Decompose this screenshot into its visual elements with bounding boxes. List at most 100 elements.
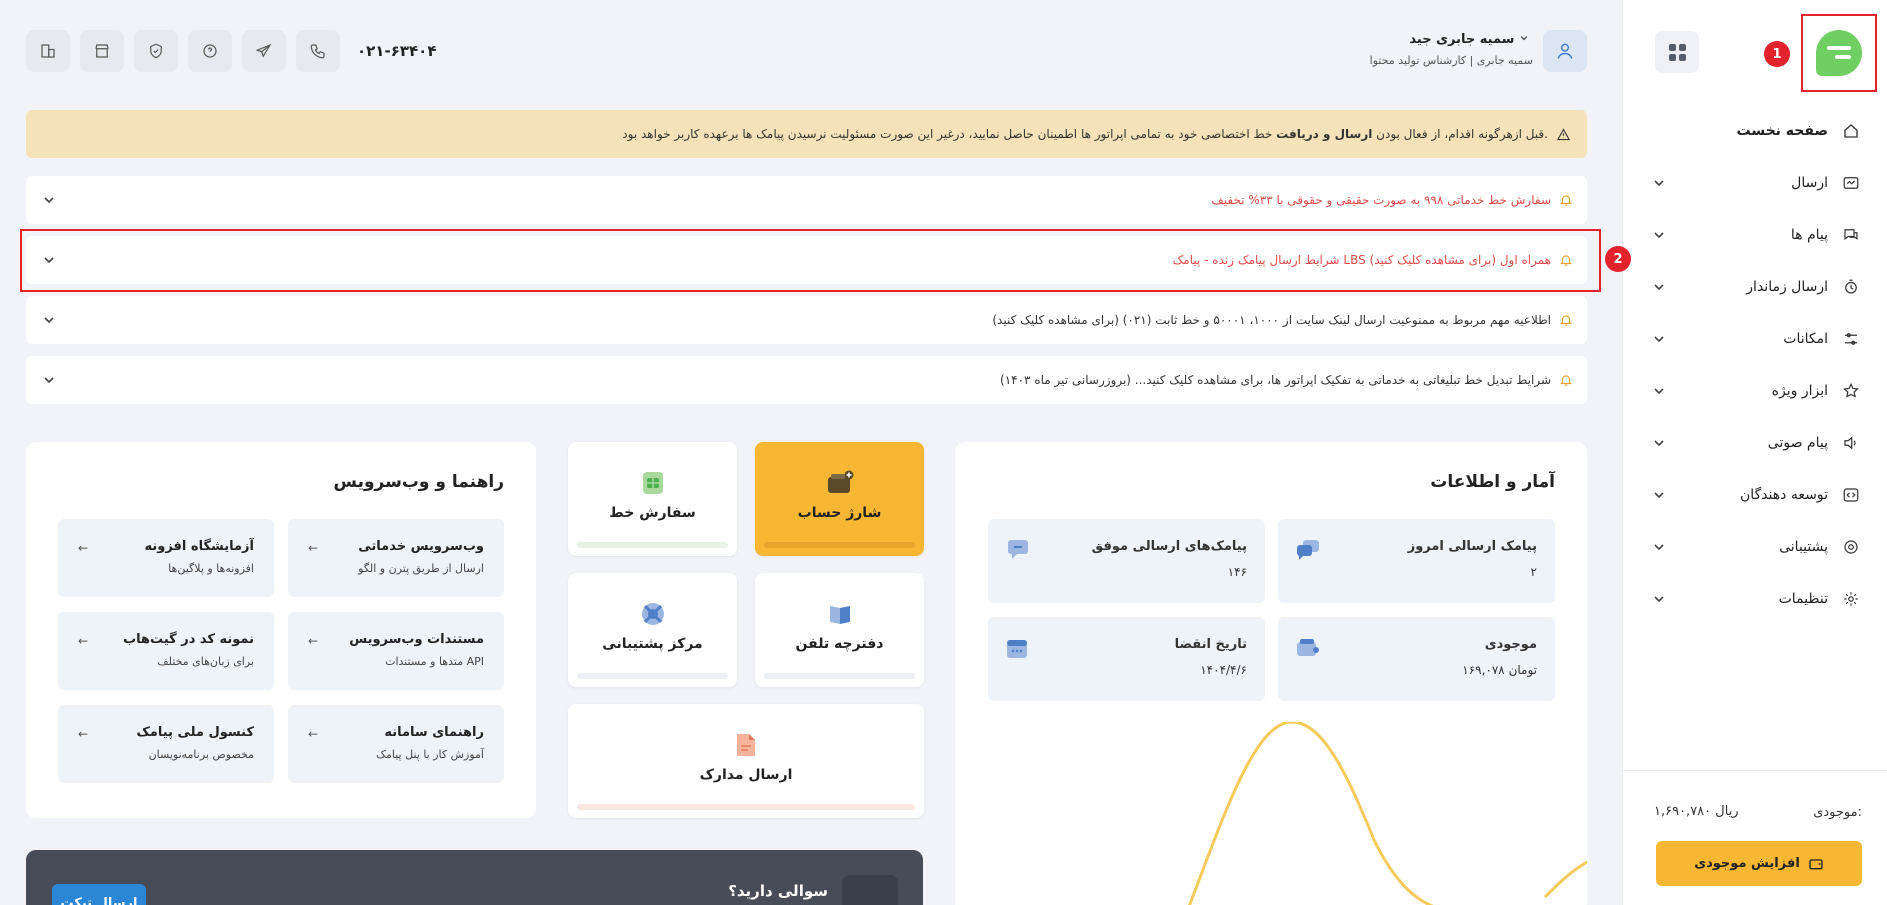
sidebar-item-label: تنظیمات [1778, 591, 1828, 607]
notice-line-conversion[interactable]: شرایط تبدیل خط تبلیغاتی به خدماتی به تفک… [26, 356, 1587, 404]
guide-github-samples[interactable]: نمونه کد در گیت‌هاب برای زبان‌های مختلف … [58, 612, 274, 690]
guide-label: نمونه کد در گیت‌هاب [123, 632, 254, 647]
chat-bubble-icon [1297, 540, 1319, 560]
sidebar-item-home[interactable]: صفحه نخست [1622, 105, 1887, 157]
chevron-down-icon [1654, 232, 1664, 239]
shield-icon [150, 43, 162, 59]
guide-label: آزمایشگاه افزونه [144, 539, 254, 554]
notice-text: سفارش خط خدماتی ۹۹۸ به صورت حقیقی و حقوق… [1211, 193, 1551, 207]
guide-plugin-lab[interactable]: آزمایشگاه افزونه افزونه‌ها و پلاگین‌ها ← [58, 519, 274, 597]
tile-label: ارسال مدارک [699, 767, 793, 783]
sliders-icon [1842, 330, 1860, 348]
send-message-icon [1842, 174, 1860, 192]
sidebar-item-messages[interactable]: پیام ها [1622, 209, 1887, 261]
sidebar: 1 صفحه نخست ارسال پیام ها ارسال زماندار … [1622, 0, 1887, 905]
chevron-down-icon [1654, 492, 1664, 499]
chevron-down-icon [1654, 544, 1664, 551]
balance-label: موجودی: [1813, 805, 1862, 820]
security-button[interactable] [134, 30, 178, 72]
book-icon [829, 606, 850, 624]
telegram-button[interactable] [242, 30, 286, 72]
store-button[interactable] [80, 30, 124, 72]
support-phone-number: ۰۲۱-۶۳۴۰۴ [357, 42, 437, 60]
question-title: سوالی دارید؟ [728, 882, 828, 900]
sidebar-item-label: ارسال [1791, 175, 1828, 191]
sidebar-item-voice[interactable]: پیام صوتی [1622, 417, 1887, 469]
sidebar-item-label: توسعه دهندگان [1740, 487, 1828, 503]
brand-logo[interactable] [1816, 30, 1862, 76]
guide-subtitle: متدها و مستندات API [385, 655, 484, 668]
store-icon [95, 44, 109, 58]
tile-label: دفترچه تلفن [795, 636, 884, 652]
chevron-down-icon [1654, 440, 1664, 447]
tile-bar [577, 804, 915, 810]
code-icon [1842, 486, 1860, 504]
chevron-down-icon [1654, 388, 1664, 395]
message-check-icon [1008, 540, 1028, 559]
grid-icon [1668, 43, 1686, 61]
notice-link-ban[interactable]: اطلاعیه مهم مربوط به ممنوعیت ارسال لینک … [26, 296, 1587, 344]
stat-balance: موجودی ۱۶۹,۰۷۸ تومان [1278, 617, 1555, 701]
sidebar-item-special-tools[interactable]: ابزار ویژه [1622, 365, 1887, 417]
tile-account-charge[interactable]: شارژ حساب [755, 442, 924, 556]
building-button[interactable] [26, 30, 70, 72]
tile-order-line[interactable]: سفارش خط [568, 442, 737, 556]
sidebar-item-label: صفحه نخست [1736, 123, 1828, 139]
tile-label: مرکز پشتیبانی [602, 636, 703, 652]
star-icon [1842, 382, 1860, 400]
stat-label: تاریخ انقضا [1174, 637, 1247, 652]
chart-curve [1188, 722, 1434, 905]
increase-balance-label: افزایش موجودی [1694, 856, 1800, 871]
user-icon [1557, 43, 1573, 59]
tile-bar [764, 542, 915, 548]
chevron-down-icon [1654, 336, 1664, 343]
arrow-left-icon: ← [308, 634, 319, 648]
sidebar-item-settings[interactable]: تنظیمات [1622, 573, 1887, 625]
gear-icon [1842, 590, 1860, 608]
stat-expiry-date: تاریخ انقضا ۱۴۰۴/۴/۶ [988, 617, 1265, 701]
arrow-left-icon: ← [308, 727, 319, 741]
warning-text: قبل ازهرگونه اقدام، از فعال بودن ارسال و… [622, 127, 1548, 141]
guide-label: وب‌سرویس خدماتی [358, 539, 484, 554]
guide-webservice-docs[interactable]: مستندات وب‌سرویس متدها و مستندات API ← [288, 612, 504, 690]
chevron-down-icon [1520, 36, 1528, 41]
user-menu-toggle[interactable]: سمیه جابری جید [1409, 32, 1533, 47]
help-button[interactable] [188, 30, 232, 72]
increase-balance-button[interactable]: افزایش موجودی [1656, 841, 1862, 886]
tile-phonebook[interactable]: دفترچه تلفن [755, 573, 924, 687]
send-ticket-button[interactable]: ارسال تیکت [52, 884, 146, 905]
user-avatar[interactable] [1543, 30, 1587, 72]
guide-label: مستندات وب‌سرویس [349, 632, 484, 647]
stat-successful-sent: پیامک‌های ارسالی موفق ۱۴۶ [988, 519, 1265, 603]
stat-label: پیامک‌های ارسالی موفق [1091, 539, 1247, 554]
sidebar-item-support[interactable]: پشتیبانی [1622, 521, 1887, 573]
sidebar-item-scheduled[interactable]: ارسال زماندار [1622, 261, 1887, 313]
guide-national-console[interactable]: کنسول ملی پیامک مخصوص برنامه‌نویسان ← [58, 705, 274, 783]
home-icon [1842, 122, 1860, 140]
notice-service-line-discount[interactable]: سفارش خط خدماتی ۹۹۸ به صورت حقیقی و حقوق… [26, 176, 1587, 224]
tile-bar [577, 673, 728, 679]
sidebar-item-send[interactable]: ارسال [1622, 157, 1887, 209]
sidebar-item-developers[interactable]: توسعه دهندگان [1622, 469, 1887, 521]
warning-text-pre: قبل ازهرگونه اقدام، از فعال بودن [1372, 127, 1545, 141]
question-icon [203, 44, 217, 58]
guide-subtitle: ارسال از طریق پترن و الگو [358, 562, 484, 575]
sidebar-item-label: پیام ها [1790, 227, 1828, 243]
call-button[interactable] [296, 30, 340, 72]
guide-service-webservice[interactable]: وب‌سرویس خدماتی ارسال از طریق پترن و الگ… [288, 519, 504, 597]
chevron-down-icon [1654, 180, 1664, 187]
apps-menu-button[interactable] [1655, 31, 1699, 73]
sidebar-item-features[interactable]: امکانات [1622, 313, 1887, 365]
guide-subtitle: آموزش کار با پنل پیامک [376, 748, 484, 761]
support-agent-icon [842, 875, 898, 905]
arrow-left-icon: ← [308, 541, 319, 555]
sidebar-item-label: پیام صوتی [1767, 435, 1828, 451]
tile-support-center[interactable]: مرکز پشتیبانی [568, 573, 737, 687]
guide-system-manual[interactable]: راهنمای سامانه آموزش کار با پنل پیامک ← [288, 705, 504, 783]
stats-card: آمار و اطلاعات پیامک ارسالی امروز ۲ پیام… [955, 442, 1587, 905]
logo-highlight-box [1801, 14, 1877, 92]
bell-icon [1559, 375, 1573, 386]
tile-send-documents[interactable]: ارسال مدارک [568, 704, 924, 818]
warning-text-bold: ارسال و دریافت [1276, 127, 1373, 141]
stat-value: ۱۶۹,۰۷۸ تومان [1462, 663, 1537, 677]
